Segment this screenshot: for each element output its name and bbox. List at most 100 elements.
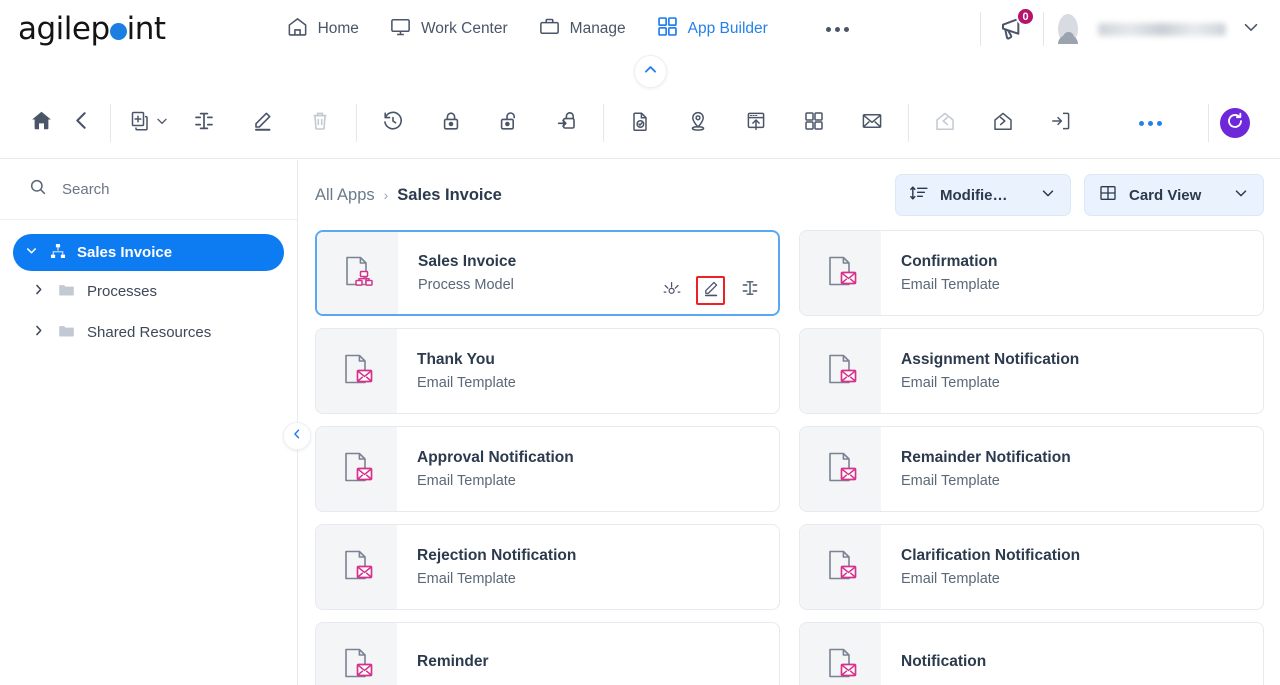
toolbar-migrate-button[interactable] [1041,103,1081,143]
toolbar-email-button[interactable] [852,103,892,143]
card-item[interactable]: Rejection Notification Email Template [315,524,780,610]
announcements-button[interactable]: 0 [995,7,1035,48]
toolbar-edit-button[interactable] [242,103,282,143]
notification-badge: 0 [1016,7,1035,26]
toolbar-separator-3 [603,104,604,142]
logo-dot [109,23,127,40]
back-icon [69,108,94,138]
card-title: Approval Notification [417,449,574,466]
view-mode-button[interactable]: Card View [1084,174,1264,216]
card-body: Assignment Notification Email Template [881,329,1263,413]
tree-item-shared-resources[interactable]: Shared Resources [13,312,284,353]
collapse-header-button[interactable] [634,55,667,88]
location-pin-icon [686,109,710,138]
migrate-icon [1049,109,1073,138]
email-template-icon [337,447,377,492]
card-item[interactable]: Reminder [315,622,780,685]
toolbar-attributes-button[interactable] [184,103,224,143]
toolbar-unlock-button[interactable] [489,103,529,143]
toolbar-validate-button[interactable] [620,103,660,143]
card-item[interactable]: Thank You Email Template [315,328,780,414]
card-item[interactable]: Notification [799,622,1264,685]
toolbar-separator-5 [1208,104,1209,142]
megaphone-icon [995,17,1027,48]
search-input[interactable]: Search [0,160,297,220]
toolbar-export-button[interactable] [983,103,1023,143]
toolbar-location-button[interactable] [678,103,718,143]
toolbar-apps-button[interactable] [794,103,834,143]
dot-3 [843,26,849,32]
email-template-icon [821,643,861,685]
chevron-right-icon[interactable] [31,323,46,342]
card-action-magic-button[interactable] [657,276,686,305]
toolbar-home-button[interactable] [21,103,61,143]
toolbar-import-button[interactable] [925,103,965,143]
lock-icon [439,109,463,138]
card-title: Rejection Notification [417,547,577,564]
breadcrumb-all-apps[interactable]: All Apps [315,186,375,205]
tree-item-sales-invoice[interactable]: Sales Invoice [13,234,284,271]
view-mode-label: Card View [1129,186,1202,204]
card-action-edit-button[interactable] [696,276,725,305]
dot-3 [1157,120,1162,126]
avatar-image [1058,14,1078,44]
toolbar-lock-button[interactable] [431,103,471,143]
card-item[interactable]: Assignment Notification Email Template [799,328,1264,414]
header-right-group: 0 [966,0,1280,58]
card-item[interactable]: Approval Notification Email Template [315,426,780,512]
folder-icon [57,280,76,303]
toolbar-refresh-button[interactable] [1220,108,1250,138]
nav-item-manage[interactable]: Manage [538,15,626,43]
card-title: Thank You [417,351,495,368]
process-model-icon [338,251,378,296]
publish-icon [744,109,768,138]
toolbar-publish-button[interactable] [736,103,776,143]
edit-icon [250,109,274,138]
nav-more-button[interactable] [825,26,849,32]
card-title: Notification [901,653,987,670]
validate-icon [628,109,652,138]
email-template-icon [337,349,377,394]
card-icon-panel [800,231,881,315]
username-label [1098,22,1226,36]
unlock-icon [497,109,521,138]
delete-icon [308,109,332,138]
card-item[interactable]: Clarification Notification Email Templat… [799,524,1264,610]
card-item[interactable]: Confirmation Email Template [799,230,1264,316]
card-item[interactable]: Sales Invoice Process Model [315,230,780,316]
avatar[interactable] [1058,14,1088,44]
card-item[interactable]: Remainder Notification Email Template [799,426,1264,512]
toolbar-history-button[interactable] [373,103,413,143]
email-template-icon [821,251,861,296]
toolbar-check-out-button[interactable] [547,103,587,143]
sort-icon [909,183,929,207]
card-action-attributes-button[interactable] [735,276,764,305]
toolbar-separator-2 [356,104,357,142]
toolbar-new-dropdown[interactable] [154,113,170,134]
tree-item-processes[interactable]: Processes [13,271,284,312]
chevron-down-icon[interactable] [24,243,39,262]
nav-item-app-builder-label: App Builder [687,20,768,37]
card-title: Assignment Notification [901,351,1080,368]
email-template-icon [337,643,377,685]
breadcrumb: All Apps › Sales Invoice [315,186,502,205]
collapse-sidebar-button[interactable] [283,422,311,450]
user-menu-chevron-down-icon[interactable] [1240,16,1262,43]
folder-icon [57,321,76,344]
nav-item-home[interactable]: Home [286,15,359,43]
card-body: Thank You Email Template [397,329,779,413]
agilepoint-logo[interactable]: agilep int [18,11,166,47]
card-body: Rejection Notification Email Template [397,525,779,609]
tree-item-shared-resources-label: Shared Resources [87,324,212,341]
nav-item-app-builder[interactable]: App Builder [656,15,768,43]
toolbar-delete-button[interactable] [300,103,340,143]
card-actions [657,276,764,305]
card-subtitle: Email Template [901,571,1000,587]
home-icon [29,108,54,138]
chevron-right-icon[interactable] [31,282,46,301]
sort-by-button[interactable]: Modifie… [895,174,1071,216]
toolbar-back-button[interactable] [61,103,101,143]
toolbar-more-button[interactable] [1139,120,1162,126]
email-template-icon [821,545,861,590]
nav-item-work-center[interactable]: Work Center [389,15,508,43]
